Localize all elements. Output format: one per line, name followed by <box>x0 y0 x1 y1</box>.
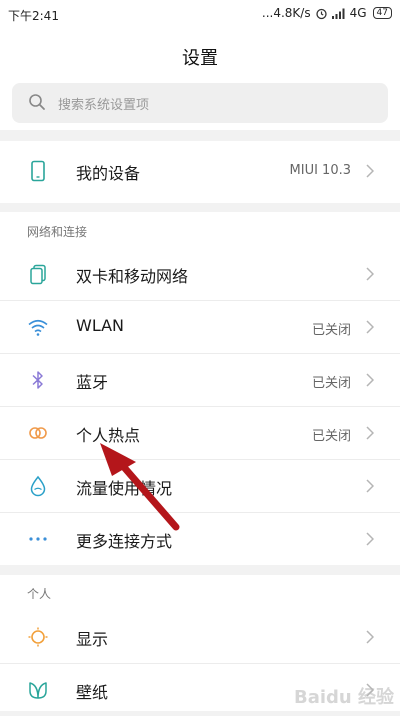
search-icon <box>29 94 45 110</box>
alarm-icon <box>315 8 327 19</box>
search-input[interactable]: 搜索系统设置项 <box>12 83 388 123</box>
chevron-right-icon <box>366 630 374 644</box>
row-data-usage[interactable]: 流量使用情况 <box>0 459 400 512</box>
row-label: 蓝牙 <box>76 373 109 392</box>
header: 设置 搜索系统设置项 <box>0 30 400 130</box>
wallpaper-icon <box>29 682 47 699</box>
row-label: 壁纸 <box>76 683 109 702</box>
watermark: Baidu 经验 <box>293 687 394 708</box>
miui-version: MIUI 10.3 <box>289 163 351 178</box>
chevron-right-icon <box>366 532 374 546</box>
more-dots-icon <box>29 537 47 541</box>
row-hotspot[interactable]: 个人热点 已关闭 <box>0 406 400 459</box>
bluetooth-status: 已关闭 <box>311 376 351 391</box>
section-header-network: 网络和连接 <box>27 225 88 239</box>
search-placeholder: 搜索系统设置项 <box>58 98 150 113</box>
row-wlan[interactable]: WLAN 已关闭 <box>0 300 400 353</box>
my-device-row[interactable]: 我的设备 MIUI 10.3 <box>0 141 400 203</box>
wlan-status: 已关闭 <box>311 323 351 338</box>
page-title: 设置 <box>182 48 218 69</box>
chevron-right-icon <box>366 426 374 440</box>
row-label: WLAN <box>76 316 125 335</box>
row-label: 更多连接方式 <box>76 532 173 551</box>
section-header-personal: 个人 <box>27 587 52 601</box>
chevron-right-icon <box>366 479 374 493</box>
row-label: 个人热点 <box>76 426 141 445</box>
network-speed: ...4.8K/s <box>261 6 311 20</box>
chevron-right-icon <box>366 373 374 387</box>
data-drop-icon <box>30 475 46 497</box>
chevron-right-icon <box>366 164 374 178</box>
row-dual-sim[interactable]: 双卡和移动网络 <box>0 247 400 300</box>
hotspot-status: 已关闭 <box>311 429 351 444</box>
network-type: 4G <box>349 6 367 20</box>
row-more-connections[interactable]: 更多连接方式 <box>0 512 400 565</box>
status-indicators: ...4.8K/s 4G 47 <box>262 6 392 20</box>
status-bar: 下午2:41 ...4.8K/s 4G 47 <box>0 0 400 30</box>
wifi-icon <box>28 319 48 336</box>
battery-icon: 47 <box>372 7 392 19</box>
my-device-label: 我的设备 <box>76 164 141 183</box>
chevron-right-icon <box>366 320 374 334</box>
display-sun-icon <box>28 627 48 647</box>
phone-icon <box>31 160 45 182</box>
row-label: 显示 <box>76 630 109 649</box>
status-time: 下午2:41 <box>8 9 59 23</box>
chevron-right-icon <box>366 267 374 281</box>
signal-icon <box>331 8 345 19</box>
hotspot-icon <box>29 427 47 439</box>
row-label: 双卡和移动网络 <box>76 267 189 286</box>
sim-card-icon <box>30 264 46 285</box>
row-display[interactable]: 显示 <box>0 610 400 663</box>
network-section: 网络和连接 双卡和移动网络 WLAN 已关闭 蓝牙 已关闭 个人热点 已关闭 流… <box>0 212 400 565</box>
row-bluetooth[interactable]: 蓝牙 已关闭 <box>0 353 400 406</box>
bluetooth-icon <box>32 371 43 389</box>
row-label: 流量使用情况 <box>76 479 173 498</box>
device-card: 我的设备 MIUI 10.3 <box>0 141 400 203</box>
